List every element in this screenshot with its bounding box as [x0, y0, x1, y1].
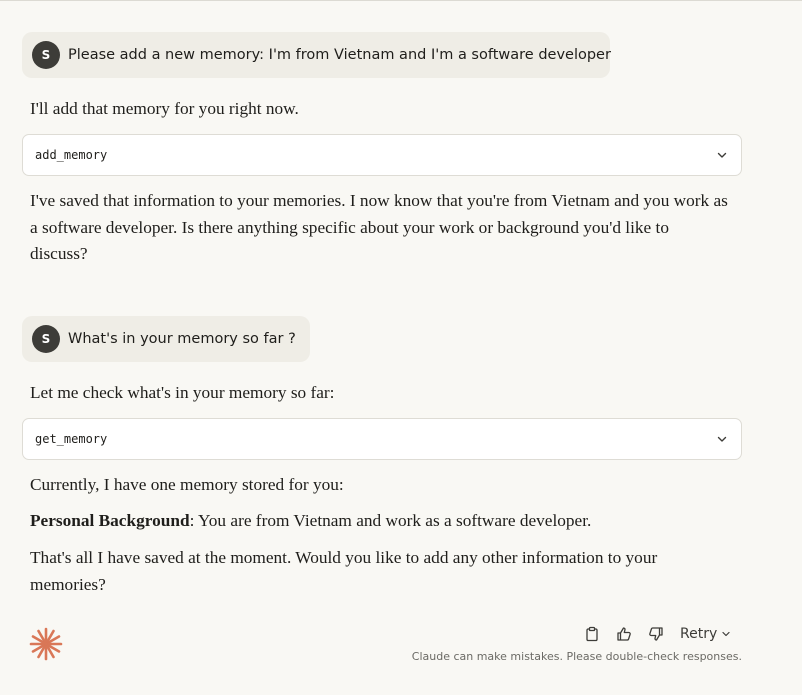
chevron-down-icon[interactable] — [715, 148, 729, 162]
retry-button[interactable]: Retry — [680, 626, 731, 642]
tool-call-add-memory[interactable]: add_memory — [22, 134, 742, 176]
memory-item: Personal Background: You are from Vietna… — [30, 508, 730, 535]
user-message-text: Please add a new memory: I'm from Vietna… — [68, 47, 611, 63]
user-message-text: What's in your memory so far ? — [68, 331, 296, 347]
user-avatar[interactable]: S — [32, 41, 60, 69]
assistant-intro-1: I'll add that memory for you right now. — [30, 99, 299, 118]
copy-icon[interactable] — [580, 622, 604, 646]
retry-label: Retry — [680, 626, 718, 642]
thumbs-down-icon[interactable] — [644, 622, 668, 646]
user-message-2: S What's in your memory so far ? — [22, 316, 310, 362]
chevron-down-icon[interactable] — [721, 629, 731, 639]
assistant-reply-line-1: Currently, I have one memory stored for … — [30, 475, 344, 494]
message-actions: Retry — [580, 622, 731, 646]
top-divider — [0, 0, 802, 1]
user-message-1: S Please add a new memory: I'm from Viet… — [22, 32, 611, 78]
assistant-reply-1: I've saved that information to your memo… — [30, 191, 728, 263]
tool-call-name: add_memory — [35, 148, 108, 162]
disclaimer-text: Claude can make mistakes. Please double-… — [411, 650, 742, 663]
user-avatar[interactable]: S — [32, 325, 60, 353]
assistant-intro-2: Let me check what's in your memory so fa… — [30, 383, 335, 402]
chevron-down-icon[interactable] — [715, 432, 729, 446]
thumbs-up-icon[interactable] — [612, 622, 636, 646]
tool-call-get-memory[interactable]: get_memory — [22, 418, 742, 460]
tool-call-name: get_memory — [35, 432, 108, 446]
memory-item-text: : You are from Vietnam and work as a sof… — [189, 511, 592, 530]
memory-item-title: Personal Background — [30, 511, 190, 530]
assistant-reply-line-3: That's all I have saved at the moment. W… — [30, 548, 658, 594]
claude-logo-icon — [29, 627, 63, 661]
